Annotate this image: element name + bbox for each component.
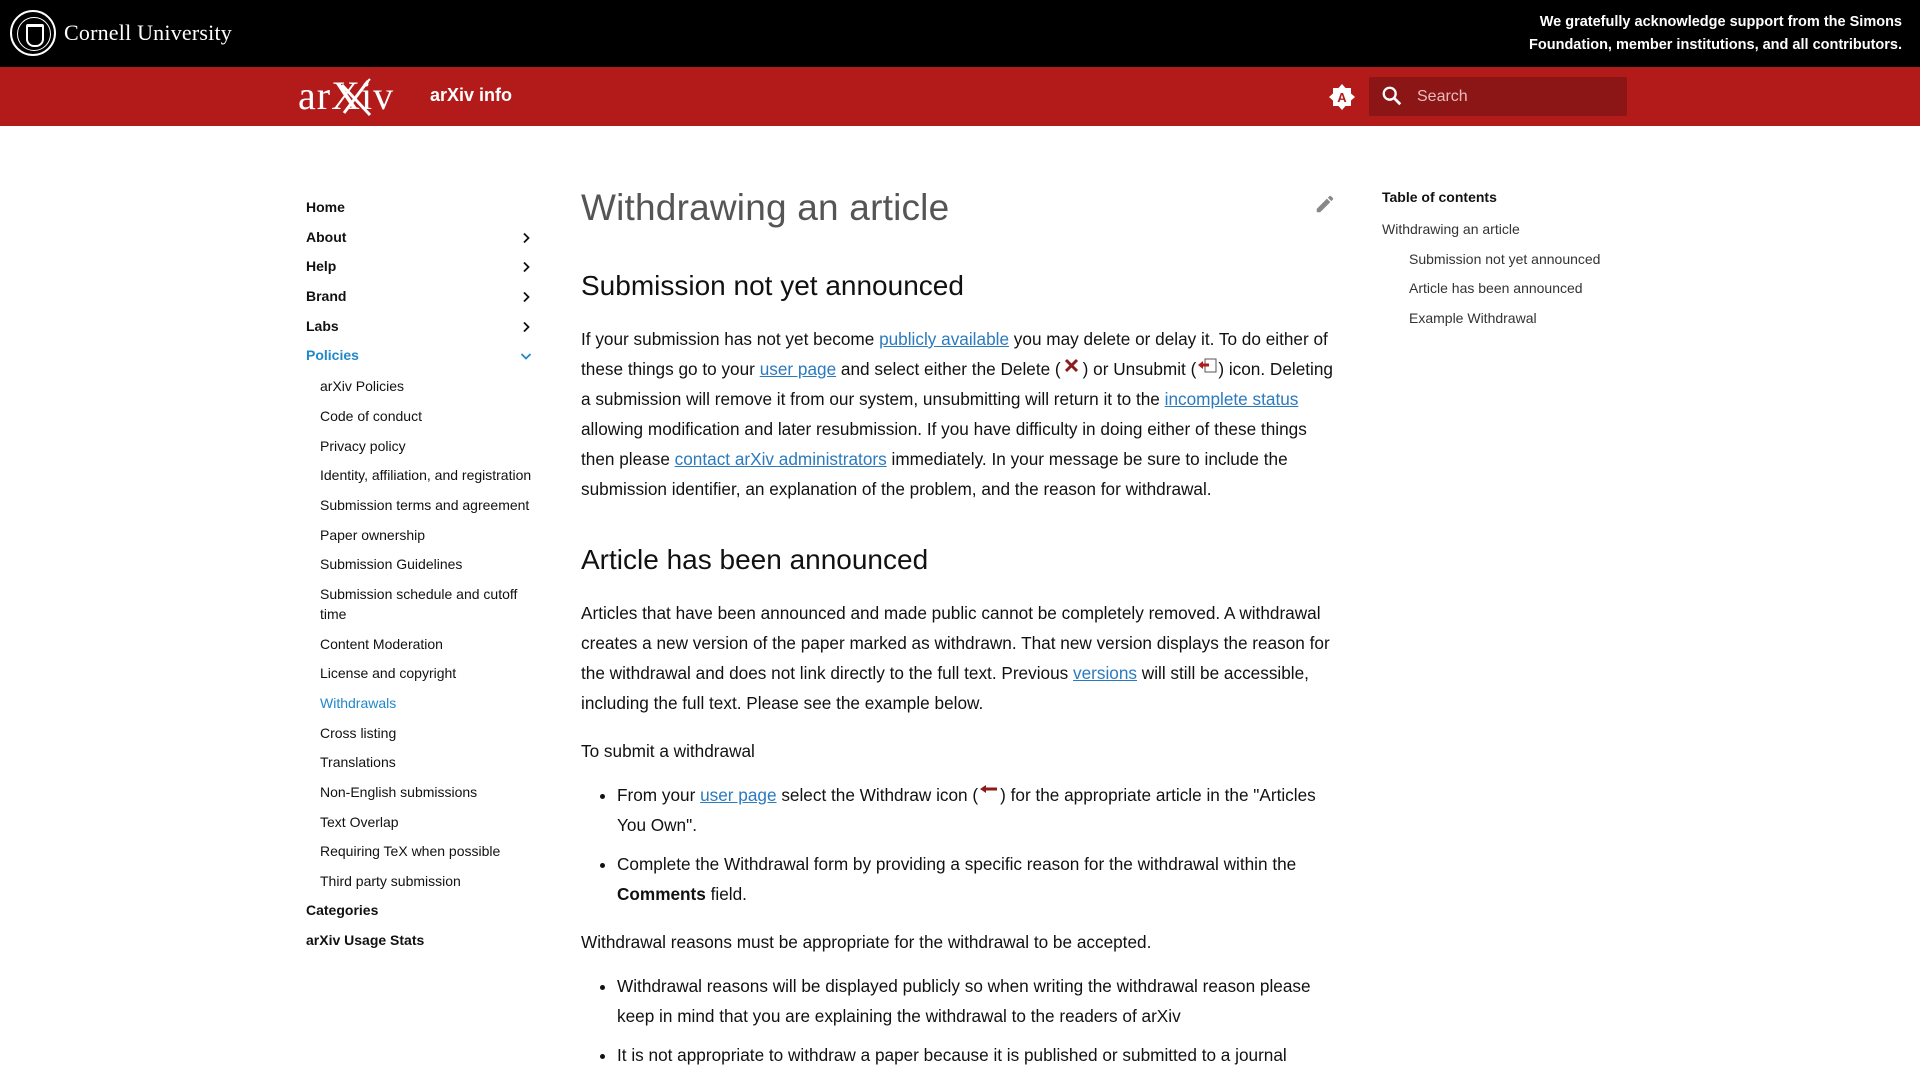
text: ) or Unsubmit ( (1082, 359, 1197, 379)
reasons-list: Withdrawal reasons will be displayed pub… (581, 971, 1337, 1070)
text: From your (617, 785, 701, 805)
search-input[interactable] (1417, 82, 1617, 112)
sidebar-item-submission-schedule[interactable]: Submission schedule and cutoff time (320, 579, 536, 629)
text: select the Withdraw icon ( (776, 785, 979, 805)
chevron-right-icon (523, 291, 530, 303)
sidebar-item-requiring-tex[interactable]: Requiring TeX when possible (320, 836, 536, 866)
paragraph-not-announced: If your submission has not yet become pu… (581, 324, 1337, 504)
toc-title: Table of contents (1382, 189, 1497, 205)
versions-link[interactable]: versions (1073, 663, 1137, 683)
sidebar-item-translations[interactable]: Translations (320, 747, 536, 777)
page-title: Withdrawing an article (581, 187, 950, 228)
sidebar-item-paper-ownership[interactable]: Paper ownership (320, 520, 536, 550)
sidebar-item-arxiv-policies[interactable]: arXiv Policies (320, 371, 536, 401)
sidebar-item-code-of-conduct[interactable]: Code of conduct (320, 401, 536, 431)
contact-admins-link[interactable]: contact arXiv administrators (675, 449, 887, 469)
publicly-available-link[interactable]: publicly available (879, 329, 1009, 349)
chevron-right-icon (523, 321, 530, 332)
nav-item-label: Labs (306, 317, 339, 334)
table-of-contents: Table of contents Withdrawing an article… (1382, 185, 1622, 334)
institution-banner: Cornell University We gratefully acknowl… (0, 0, 1920, 67)
sidebar-item-identity[interactable]: Identity, affiliation, and registration (320, 460, 536, 490)
user-page-link[interactable]: user page (700, 785, 776, 805)
text: Complete the Withdrawal form by providin… (617, 854, 1297, 874)
nav-item-categories[interactable]: Categories (306, 896, 536, 926)
nav-item-help[interactable]: Help (306, 252, 536, 282)
nav-item-usage-stats[interactable]: arXiv Usage Stats (306, 926, 536, 956)
text: field. (705, 884, 747, 904)
nav-item-policies[interactable]: Policies (306, 341, 536, 371)
toc-item-example[interactable]: Example Withdrawal (1396, 304, 1622, 334)
main-content: Withdrawing an article Submission not ye… (581, 180, 1337, 1079)
theme-toggle-icon[interactable]: A (1328, 83, 1356, 111)
nav-item-labs[interactable]: Labs (306, 312, 536, 342)
chevron-down-icon (520, 353, 532, 361)
paragraph-reasons: Withdrawal reasons must be appropriate f… (581, 932, 1152, 952)
sidebar-item-submission-terms[interactable]: Submission terms and agreement (320, 490, 536, 520)
withdraw-arrow-icon (980, 785, 998, 793)
toc-item-withdrawing[interactable]: Withdrawing an article (1382, 215, 1622, 245)
paragraph-announced: Articles that have been announced and ma… (581, 598, 1337, 718)
sidebar-item-privacy-policy[interactable]: Privacy policy (320, 431, 536, 461)
sidebar-item-license[interactable]: License and copyright (320, 658, 536, 688)
nav-item-label: Help (306, 258, 337, 275)
nav-item-label: Policies (306, 347, 359, 364)
nav-item-about[interactable]: About (306, 223, 536, 253)
arxiv-x-mark-icon (340, 78, 372, 117)
list-item: From your user page select the Withdraw … (617, 780, 1337, 840)
section-heading-not-announced: Submission not yet announced (581, 270, 964, 301)
nav-item-label: Home (306, 199, 345, 215)
site-header: arXiv arXiv info A (0, 67, 1920, 126)
nav-item-label: About (306, 228, 347, 245)
user-page-link[interactable]: user page (760, 359, 836, 379)
withdrawal-steps-list: From your user page select the Withdraw … (581, 780, 1337, 909)
sidebar-item-withdrawals[interactable]: Withdrawals (320, 688, 536, 718)
nav-item-label: Brand (306, 288, 347, 305)
sidebar-item-third-party[interactable]: Third party submission (320, 866, 536, 896)
cornell-logo-link[interactable]: Cornell University (10, 10, 232, 56)
paragraph-submit-withdrawal: To submit a withdrawal (581, 741, 755, 761)
toc-item-announced[interactable]: Article has been announced (1396, 274, 1622, 304)
cornell-seal-icon (10, 10, 56, 56)
sidebar-item-cross-listing[interactable]: Cross listing (320, 718, 536, 748)
delete-x-icon (1064, 358, 1078, 373)
incomplete-status-link[interactable]: incomplete status (1165, 389, 1299, 409)
section-heading-announced: Article has been announced (581, 544, 929, 575)
site-title-link[interactable]: arXiv info (430, 85, 512, 106)
list-item: It is not appropriate to withdraw a pape… (617, 1040, 1337, 1070)
text: and select either the Delete ( (836, 359, 1061, 379)
sidebar-item-content-moderation[interactable]: Content Moderation (320, 629, 536, 659)
text: If your submission has not yet become (581, 329, 880, 349)
sidebar-item-text-overlap[interactable]: Text Overlap (320, 807, 536, 837)
toc-item-not-announced[interactable]: Submission not yet announced (1396, 245, 1622, 275)
nav-item-brand[interactable]: Brand (306, 282, 536, 312)
list-item: Withdrawal reasons will be displayed pub… (617, 971, 1337, 1031)
unsubmit-icon (1198, 358, 1217, 373)
comments-field-name: Comments (617, 884, 706, 904)
list-item: Complete the Withdrawal form by providin… (617, 849, 1337, 909)
institution-name: Cornell University (64, 20, 232, 45)
sidebar-item-non-english[interactable]: Non-English submissions (320, 777, 536, 807)
chevron-right-icon (523, 232, 530, 243)
nav-item-home[interactable]: Home (306, 193, 536, 223)
policies-submenu: arXiv Policies Code of conduct Privacy p… (320, 371, 536, 896)
svg-text:A: A (1337, 90, 1347, 105)
sidebar-navigation: Home About Help Brand Labs Policies arXi… (306, 193, 536, 955)
sidebar-item-submission-guidelines[interactable]: Submission Guidelines (320, 549, 536, 579)
chevron-right-icon (523, 262, 530, 273)
search-box[interactable] (1369, 77, 1627, 116)
acknowledgement-text: We gratefully acknowledge support from t… (1529, 14, 1902, 53)
search-icon (1382, 86, 1402, 106)
